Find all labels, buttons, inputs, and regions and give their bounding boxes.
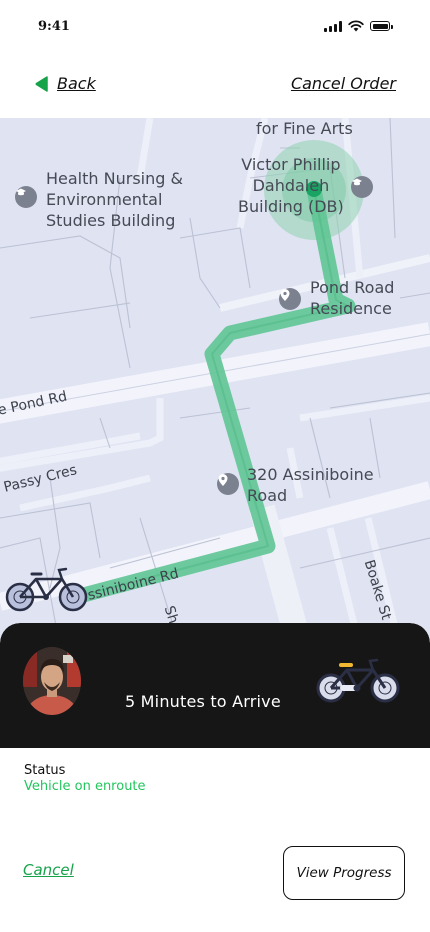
- location-pin-icon[interactable]: [279, 288, 301, 310]
- wifi-icon: [348, 20, 364, 32]
- status-label: Status: [24, 763, 66, 778]
- status-bar: 9:41: [0, 0, 430, 54]
- bicycle-marker-icon: [5, 567, 88, 612]
- cellular-signal-icon: [324, 20, 342, 32]
- status-value: Vehicle on enroute: [24, 779, 146, 794]
- eta-text: 5 Minutes to Arrive: [125, 692, 281, 711]
- university-pin-icon[interactable]: [15, 186, 37, 208]
- back-arrow-icon: [35, 75, 48, 92]
- poi-label-fine-arts: for Fine Arts: [256, 119, 353, 138]
- bicycle-icon: [316, 658, 400, 703]
- driver-card: 5 Minutes to Arrive: [0, 623, 430, 748]
- poi-label-victor-phillip: Victor Phillip Dahdaleh Building (DB): [238, 155, 344, 216]
- cancel-order-link[interactable]: Cancel Order: [291, 74, 396, 93]
- poi-label-pond-residence: Pond Road Residence: [310, 278, 395, 318]
- back-button[interactable]: Back: [34, 74, 96, 93]
- view-progress-button[interactable]: View Progress: [283, 846, 405, 900]
- view-progress-label: View Progress: [296, 865, 392, 881]
- poi-label-320-assiniboine: 320 Assiniboine Road: [247, 465, 374, 505]
- cancel-button[interactable]: Cancel: [23, 861, 74, 879]
- university-pin-icon[interactable]: [351, 176, 373, 198]
- status-icons: [324, 20, 393, 32]
- rider-avatar[interactable]: [23, 647, 81, 715]
- status-time: 9:41: [38, 19, 70, 34]
- back-label: Back: [57, 74, 96, 93]
- trip-bottom-sheet: 5 Minutes to Arrive Status Vehicle on en…: [0, 623, 430, 932]
- poi-label-health-nursing: Health Nursing & Environmental Studies B…: [46, 169, 183, 230]
- location-pin-icon[interactable]: [217, 473, 239, 495]
- battery-icon: [370, 21, 393, 31]
- map-view[interactable]: for Fine Arts Health Nursing & Environme…: [0, 118, 430, 648]
